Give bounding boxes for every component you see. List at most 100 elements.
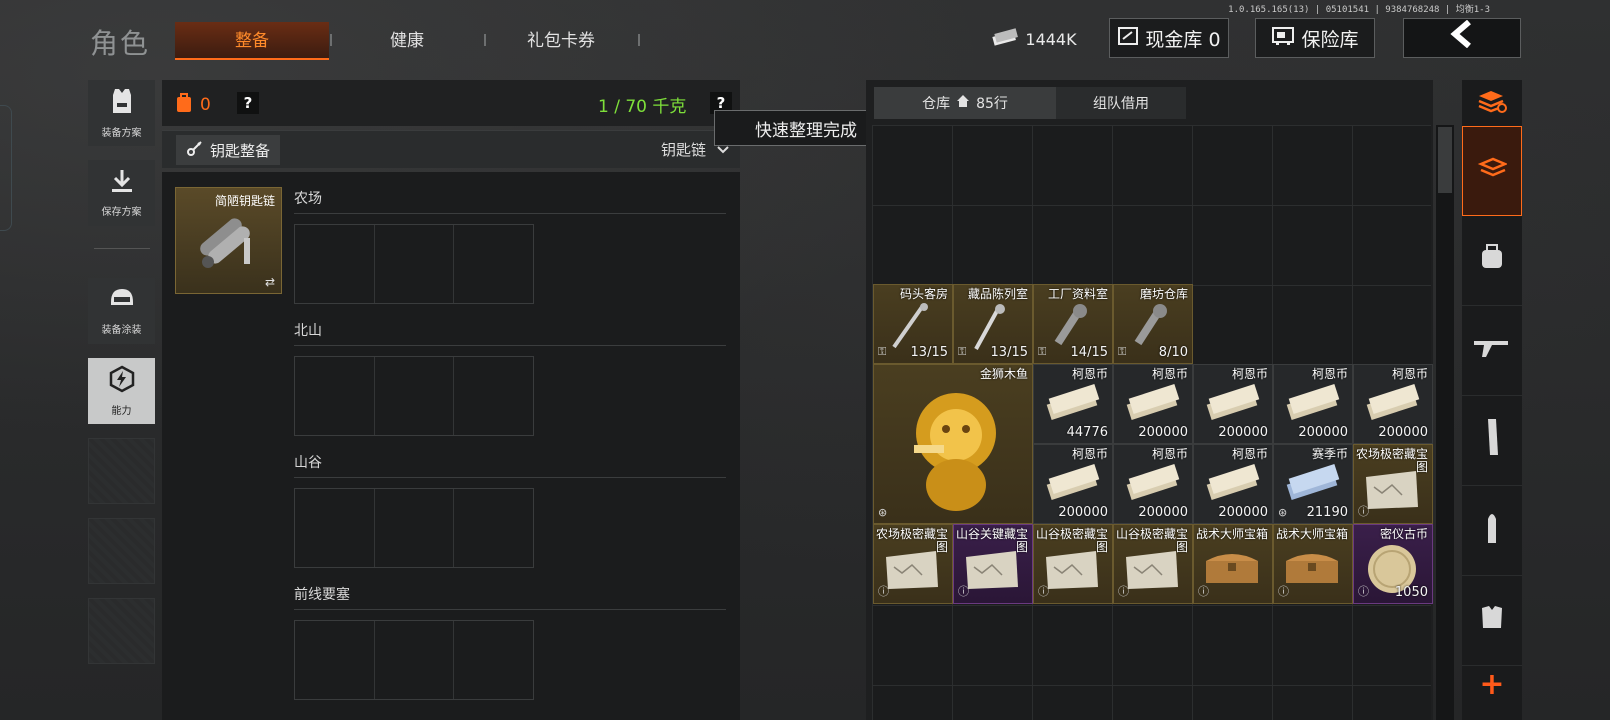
region-label-north-mountain: 北山	[294, 323, 322, 339]
tab-storage[interactable]: 仓库 85行	[874, 87, 1056, 119]
item-mark-icon: ⊛	[1278, 506, 1288, 519]
warehouse-item-treasure-map[interactable]: 农场极密藏宝图 ⓘ	[873, 524, 953, 604]
sidebar-empty-slot	[88, 598, 155, 664]
tab-health[interactable]: 健康	[330, 22, 484, 60]
page-title: 角色	[90, 27, 151, 60]
key-slots-north-mountain[interactable]	[294, 356, 534, 436]
key-slots-valley[interactable]	[294, 488, 534, 568]
tab-team-borrow[interactable]: 组队借用	[1056, 87, 1186, 119]
item-qty: 200000	[1138, 425, 1188, 440]
rifle-icon	[1472, 335, 1512, 366]
warehouse-item-key[interactable]: 藏品陈列室 ⚿ 13/15	[953, 284, 1033, 364]
left-edge-handle[interactable]	[0, 105, 12, 231]
cash-vault-button[interactable]: 现金库 0	[1109, 18, 1229, 58]
add-icon[interactable]: +	[1462, 662, 1522, 706]
category-magazines[interactable]	[1462, 396, 1522, 486]
safe-label: 保险库	[1301, 28, 1359, 51]
tab-storage-label: 仓库	[922, 96, 951, 112]
warehouse-item-coin[interactable]: 柯恩币 200000	[1113, 364, 1193, 444]
warehouse-item-treasure-map[interactable]: 山谷极密藏宝图 ⓘ	[1033, 524, 1113, 604]
warehouse-item-coin[interactable]: 柯恩币 200000	[1273, 364, 1353, 444]
storage-rows: 85行	[976, 96, 1008, 112]
download-icon	[109, 168, 135, 199]
category-ammo[interactable]	[1462, 486, 1522, 576]
item-qty: 8/10	[1158, 345, 1188, 360]
sidebar-item-loadout-plan[interactable]: 装备方案	[88, 80, 155, 146]
category-weapons[interactable]	[1462, 306, 1522, 396]
region-divider	[294, 213, 726, 214]
cash-bundle-icon	[1202, 463, 1262, 507]
tab-divider	[638, 34, 640, 46]
armor-icon	[1477, 602, 1507, 639]
info-icon: ⓘ	[1358, 505, 1369, 518]
item-qty: 13/15	[910, 345, 948, 360]
warehouse-item-ancient-coin[interactable]: 密仪古币 ⓘ 1050	[1353, 524, 1433, 604]
keychain-icon	[186, 210, 266, 284]
item-name: 柯恩币	[1391, 367, 1428, 381]
warehouse-item-key[interactable]: 磨坊仓库 ⚿ 8/10	[1113, 284, 1193, 364]
warehouse-item-key[interactable]: 工厂资料室 ⚿ 14/15	[1033, 284, 1113, 364]
warehouse-scrollbar[interactable]	[1436, 125, 1454, 720]
sidebar-item-label: 装备方案	[101, 128, 142, 139]
category-all[interactable]	[1462, 126, 1522, 216]
magazine-icon	[1482, 417, 1502, 464]
sidebar-empty-slot	[88, 438, 155, 504]
key-slots-farm[interactable]	[294, 224, 534, 304]
item-name: 柯恩币	[1071, 447, 1108, 461]
item-qty: 1050	[1394, 585, 1428, 600]
help-icon[interactable]: ?	[237, 92, 259, 114]
warehouse-item-treasure-map[interactable]: 山谷极密藏宝图 ⓘ	[1113, 524, 1193, 604]
vault-icon	[1117, 25, 1139, 52]
key-slots-front-fortress[interactable]	[294, 620, 534, 700]
safe-box-button[interactable]: 保险库	[1255, 18, 1375, 58]
tab-gift-coupons[interactable]: 礼包卡券	[484, 22, 638, 60]
loadout-header: 0 ? 1 / 70 千克 ?	[162, 80, 740, 126]
warehouse-item-coin[interactable]: 柯恩币 200000	[1113, 444, 1193, 524]
golden-lion-icon	[908, 385, 1004, 519]
category-backpack[interactable]	[1462, 216, 1522, 306]
map-icon	[882, 543, 942, 597]
item-name: 工厂资料室	[1047, 287, 1108, 301]
swap-icon[interactable]: ⇄	[265, 275, 275, 289]
cash-bundle-icon	[1362, 383, 1422, 427]
lightning-icon	[108, 365, 136, 398]
sidebar-item-ability[interactable]: 能力	[88, 358, 155, 424]
warehouse-scroll-thumb[interactable]	[1438, 127, 1452, 193]
cash-bundle-icon	[1042, 383, 1102, 427]
warehouse-item-coin[interactable]: 柯恩币 200000	[1033, 444, 1113, 524]
info-icon: ⓘ	[878, 585, 889, 598]
warehouse-item-chest[interactable]: 战术大师宝箱 ⓘ	[1273, 524, 1353, 604]
sidebar-item-skin[interactable]: 装备涂装	[88, 278, 155, 344]
sidebar-divider	[94, 248, 150, 249]
item-name: 藏品陈列室	[967, 287, 1028, 301]
warehouse-item-coin[interactable]: 柯恩币 200000	[1193, 364, 1273, 444]
backpack-icon	[174, 92, 194, 118]
item-name: 码头客房	[899, 287, 948, 301]
region-label-farm: 农场	[294, 191, 322, 207]
home-icon	[956, 94, 970, 112]
tab-loadout[interactable]: 整备	[175, 22, 329, 60]
item-name: 柯恩币	[1151, 367, 1188, 381]
warehouse-item-season-coin[interactable]: 赛季币 ⊛ 21190	[1273, 444, 1353, 524]
keychain-item[interactable]: 简陋钥匙链 ⇄	[175, 187, 282, 294]
warehouse-item-chest[interactable]: 战术大师宝箱 ⓘ	[1193, 524, 1273, 604]
helmet-icon	[108, 286, 136, 317]
key-chain-icon: ⚿	[1038, 345, 1047, 358]
key-chain-icon: ⚿	[1118, 345, 1127, 358]
item-qty: 200000	[1298, 425, 1348, 440]
warehouse-item-treasure-map[interactable]: 山谷关键藏宝图 ⓘ	[953, 524, 1033, 604]
back-button[interactable]	[1403, 18, 1521, 58]
region-label-valley: 山谷	[294, 455, 322, 471]
warehouse-item-treasure-map[interactable]: 农场极密藏宝图 ⓘ	[1353, 444, 1433, 524]
warehouse-item-coin[interactable]: 柯恩币 200000	[1193, 444, 1273, 524]
warehouse-item-coin[interactable]: 柯恩币 200000	[1353, 364, 1433, 444]
map-icon	[962, 543, 1022, 597]
warehouse-item-coin[interactable]: 柯恩币 44776	[1033, 364, 1113, 444]
sidebar-item-save-plan[interactable]: 保存方案	[88, 160, 155, 226]
key-loadout-filter[interactable]: 钥匙整备	[176, 135, 281, 165]
warehouse-item-golden-lion[interactable]: 金狮木鱼 ⊛	[873, 364, 1033, 524]
warehouse-item-key[interactable]: 码头客房 ⚿ 13/15	[873, 284, 953, 364]
sort-stack-icon[interactable]	[1462, 80, 1522, 124]
category-armor[interactable]	[1462, 576, 1522, 666]
currency-display: 1444K	[984, 22, 1084, 56]
